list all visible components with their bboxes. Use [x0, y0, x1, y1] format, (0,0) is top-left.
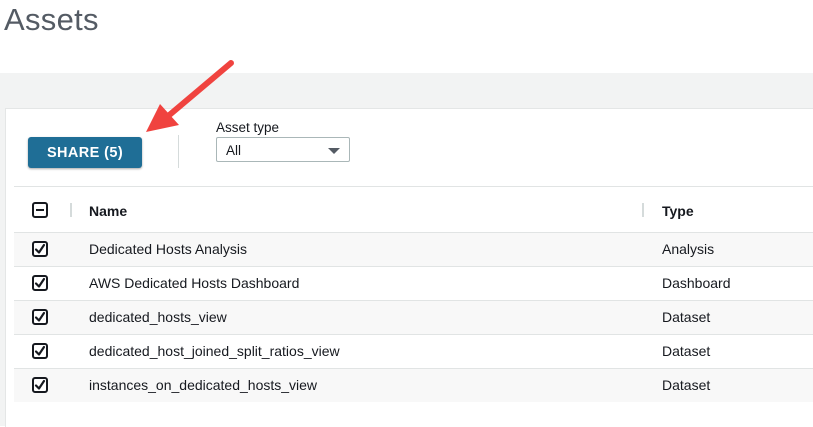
row-checkbox[interactable]: [32, 241, 48, 257]
asset-type-select[interactable]: All: [216, 137, 350, 162]
table-row[interactable]: Dedicated Hosts Analysis Analysis: [14, 232, 813, 266]
table-header: Name Type: [14, 186, 813, 233]
row-checkbox[interactable]: [32, 309, 48, 325]
select-all-checkbox[interactable]: [32, 202, 48, 218]
checkmark-icon: [34, 243, 46, 254]
asset-type: Dataset: [662, 377, 711, 393]
column-resizer[interactable]: [70, 203, 72, 217]
asset-type: Analysis: [662, 241, 715, 257]
checkmark-icon: [34, 311, 46, 322]
table-row[interactable]: dedicated_hosts_view Dataset: [14, 300, 813, 334]
annotation-arrow-icon: [146, 60, 234, 132]
asset-name[interactable]: instances_on_dedicated_hosts_view: [89, 377, 317, 393]
share-button[interactable]: SHARE (5): [28, 137, 142, 168]
asset-name[interactable]: AWS Dedicated Hosts Dashboard: [89, 275, 299, 291]
asset-type: Dashboard: [662, 275, 731, 291]
table-row[interactable]: AWS Dedicated Hosts Dashboard Dashboard: [14, 266, 813, 300]
asset-name[interactable]: Dedicated Hosts Analysis: [89, 241, 247, 257]
table-row[interactable]: instances_on_dedicated_hosts_view Datase…: [14, 368, 813, 402]
checkmark-icon: [34, 277, 46, 288]
asset-type: Dataset: [662, 309, 711, 325]
chevron-down-icon: [328, 148, 340, 154]
asset-name[interactable]: dedicated_hosts_view: [89, 309, 227, 325]
column-header-type[interactable]: Type: [662, 203, 694, 219]
row-checkbox[interactable]: [32, 343, 48, 359]
asset-type: Dataset: [662, 343, 711, 359]
asset-name[interactable]: dedicated_host_joined_split_ratios_view: [89, 343, 340, 359]
page-title: Assets: [4, 2, 99, 37]
table-row[interactable]: dedicated_host_joined_split_ratios_view …: [14, 334, 813, 368]
checkmark-icon: [34, 379, 46, 390]
checkmark-icon: [34, 345, 46, 356]
row-checkbox[interactable]: [32, 275, 48, 291]
row-checkbox[interactable]: [32, 377, 48, 393]
asset-type-selected-value: All: [226, 143, 242, 158]
column-header-name[interactable]: Name: [89, 203, 127, 219]
toolbar-divider: [178, 135, 179, 168]
column-resizer[interactable]: [642, 203, 644, 217]
